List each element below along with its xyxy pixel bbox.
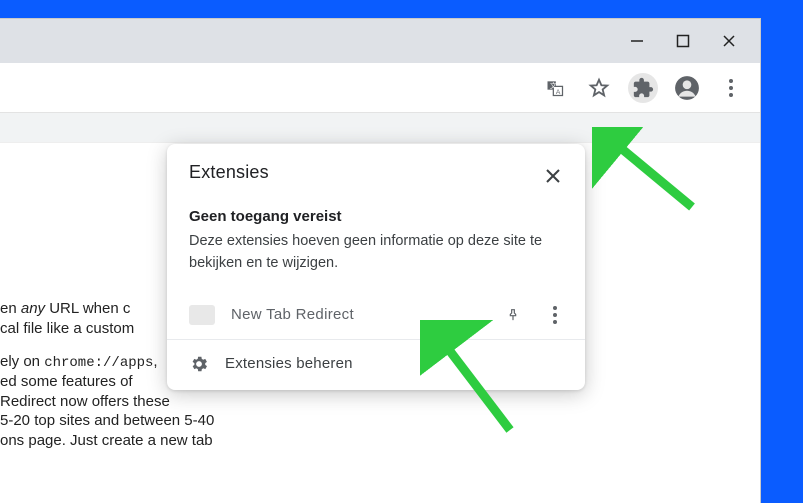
text-fragment: cal file like a custom: [0, 320, 134, 337]
svg-text:A: A: [556, 88, 561, 95]
text-fragment: ons page. Just create a new tab: [0, 432, 213, 449]
maximize-button[interactable]: [660, 19, 706, 63]
bookmark-star-icon[interactable]: [584, 73, 614, 103]
minimize-button[interactable]: [614, 19, 660, 63]
section-description: Deze extensies hoeven geen informatie op…: [189, 231, 563, 275]
text-fragment: ed some features of: [0, 373, 133, 390]
browser-toolbar: 文A: [0, 63, 760, 113]
section-heading: Geen toegang vereist: [189, 208, 563, 225]
text-emphasis: any: [21, 300, 45, 317]
text-fragment: en: [0, 300, 21, 317]
extensions-puzzle-icon[interactable]: [628, 73, 658, 103]
gear-icon: [189, 354, 209, 374]
popup-header: Extensies: [167, 144, 585, 194]
text-fragment: Redirect now offers these: [0, 393, 170, 410]
manage-extensions-label: Extensies beheren: [225, 355, 353, 372]
annotation-arrow: [420, 320, 540, 440]
text-fragment: URL when c: [45, 300, 130, 317]
popup-title: Extensies: [189, 162, 269, 183]
window-titlebar: [0, 19, 760, 63]
profile-avatar-icon[interactable]: [672, 73, 702, 103]
extension-menu-icon[interactable]: [543, 306, 567, 324]
text-fragment: ely on: [0, 353, 44, 370]
close-window-button[interactable]: [706, 19, 752, 63]
text-fragment: 5-20 top sites and between 5-40: [0, 412, 214, 429]
code-fragment: chrome://apps: [44, 355, 153, 371]
browser-window: 文A en any URL when c cal file like a cus…: [0, 18, 761, 503]
extension-icon: [189, 305, 215, 325]
translate-icon[interactable]: 文A: [540, 73, 570, 103]
close-icon[interactable]: [539, 162, 567, 190]
browser-menu-icon[interactable]: [716, 73, 746, 103]
annotation-arrow: [592, 127, 712, 227]
popup-section: Geen toegang vereist Deze extensies hoev…: [167, 194, 585, 291]
